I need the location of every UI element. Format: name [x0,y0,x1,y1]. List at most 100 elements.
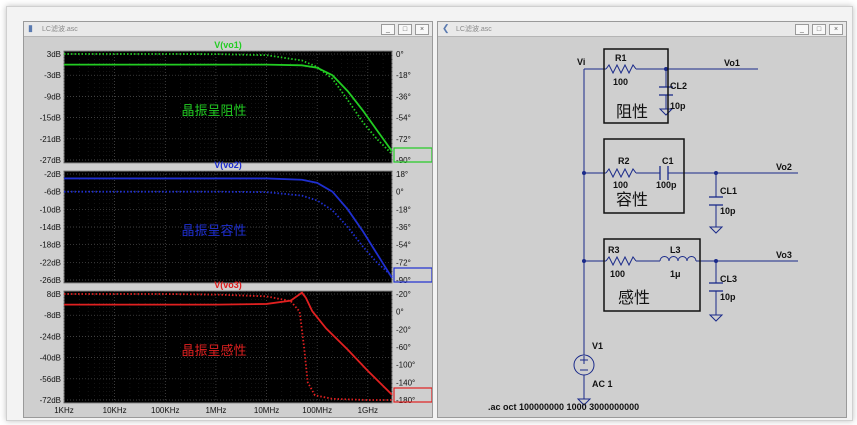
inductor-l3-symbol[interactable] [659,256,697,262]
y-right-tick-label: -60° [396,343,411,352]
x-tick-label: 1MHz [205,406,226,415]
schematic-close-button[interactable]: × [829,24,843,35]
y-left-tick-label: -14dB [40,223,61,232]
x-tick-label: 100KHz [151,406,179,415]
resistor-r2-symbol[interactable] [605,167,637,179]
waveform-window: ▮ LC滤波.asc _ □ × 3dB -3dB -9dB -15dB -21dB -2… [23,21,433,418]
window-app-icon: ▮ [28,23,33,33]
r1-value: 100 [613,77,628,87]
plot-annotation: 晶振呈感性 [181,343,246,358]
y-right-tick-label: -18° [396,205,411,214]
y-left-tick-label: 8dB [47,290,61,299]
trace-title[interactable]: V(vo1) [214,40,242,50]
bode-plots-svg[interactable]: 3dB -3dB -9dB -15dB -21dB -27dB 0° -18° -36° -54°… [24,37,433,417]
schematic-window: ❮ LC滤波.asc _ □ × Vi R1 100 CL2 10p Vo1 R… [437,21,847,418]
ground-icon [708,226,724,234]
y-left-tick-label: -2dB [44,170,61,179]
screenshot-frame: ▮ LC滤波.asc _ □ × 3dB -3dB -9dB -15dB -21dB -2… [6,6,853,421]
maximize-button[interactable]: □ [398,24,412,35]
y-left-tick-label: -24dB [40,332,61,341]
c1-value: 100p [656,180,677,190]
schematic-minimize-button[interactable]: _ [795,24,809,35]
y-right-tick-label: -36° [396,223,411,232]
schematic-titlebar: ❮ LC滤波.asc _ □ × [438,22,846,37]
y-left-tick-label: 3dB [47,50,61,59]
resistive-box-label: 阻性 [616,103,648,121]
y-right-tick-label: 0° [396,188,404,197]
y-left-tick-label: -72dB [40,396,61,405]
resistor-r3-symbol[interactable] [605,255,637,267]
cl3-label: CL3 [720,274,737,284]
vi-net-label: Vi [577,57,585,67]
schematic-window-controls: _ □ × [795,24,843,35]
cl2-label: CL2 [670,81,687,91]
y-right-tick-label: 18° [396,170,408,179]
plot-annotation: 晶振呈容性 [181,223,246,238]
schematic-app-icon: ❮ [442,23,450,33]
inductive-box-label: 感性 [618,289,650,307]
trace-title[interactable]: V(vo2) [214,160,242,170]
vo2-net-label: Vo2 [776,162,792,172]
window-controls: _ □ × [381,24,429,35]
junction-dot [714,259,718,263]
x-tick-label: 100MHz [302,406,332,415]
y-right-tick-label: -180° [396,396,415,405]
capacitive-box-label: 容性 [616,191,648,209]
y-left-tick-label: -27dB [40,156,61,165]
resistor-r1-symbol[interactable] [605,63,637,75]
junction-dot [582,259,586,263]
y-right-tick-label: -90° [396,276,411,285]
spice-directive[interactable]: .ac oct 100000000 1000 3000000000 [488,402,639,412]
junction-dot [714,171,718,175]
plot-annotation: 晶振呈阻性 [181,103,246,118]
y-right-tick-label: -100° [396,361,415,370]
y-right-tick-label: -72° [396,135,411,144]
y-right-tick-label: -90° [396,156,411,165]
y-left-tick-label: -9dB [44,92,61,101]
waveform-titlebar: ▮ LC滤波.asc _ □ × [24,22,432,37]
ground-icon [708,314,724,322]
r3-value: 100 [610,269,625,279]
trace-title[interactable]: V(vo3) [214,280,242,290]
cl2-value: 10p [670,101,686,111]
x-tick-label: 10KHz [103,406,127,415]
x-tick-label: 1GHz [358,406,378,415]
y-right-tick-label: -54° [396,114,411,123]
cl1-label: CL1 [720,186,737,196]
l3-label: L3 [670,245,681,255]
y-right-tick-label: 0° [396,50,404,59]
y-left-tick-label: -10dB [40,205,61,214]
junction-dot [582,171,586,175]
ac-value: AC 1 [592,379,613,389]
y-left-tick-label: -21dB [40,135,61,144]
minimize-button[interactable]: _ [381,24,395,35]
y-right-tick-label: 0° [396,308,404,317]
x-tick-label: 10MHz [254,406,279,415]
schematic-maximize-button[interactable]: □ [812,24,826,35]
schematic-svg[interactable]: Vi R1 100 CL2 10p Vo1 R2 100 C1 100p CL1… [438,37,846,417]
y-left-tick-label: -40dB [40,354,61,363]
cl3-value: 10p [720,292,736,302]
plot-area[interactable]: 3dB -3dB -9dB -15dB -21dB -27dB 0° -18° -36° -54°… [24,37,433,417]
schematic-window-title: LC滤波.asc [456,26,492,33]
y-right-tick-label: -72° [396,258,411,267]
r1-label: R1 [615,53,627,63]
y-left-tick-label: -8dB [44,311,61,320]
v1-label: V1 [592,341,603,351]
waveform-window-title: LC滤波.asc [42,26,78,33]
schematic-canvas[interactable]: Vi R1 100 CL2 10p Vo1 R2 100 C1 100p CL1… [438,37,846,417]
cl1-value: 10p [720,206,736,216]
l3-value: 1μ [670,269,681,279]
y-right-tick-label: -20° [396,325,411,334]
y-right-tick-label: -20° [396,290,411,299]
c1-label: C1 [662,156,674,166]
close-button[interactable]: × [415,24,429,35]
y-left-tick-label: -6dB [44,188,61,197]
y-left-tick-label: -22dB [40,258,61,267]
r3-label: R3 [608,245,620,255]
y-right-tick-label: -18° [396,71,411,80]
y-left-tick-label: -15dB [40,114,61,123]
vo3-net-label: Vo3 [776,250,792,260]
y-left-tick-label: -56dB [40,375,61,384]
y-left-tick-label: -26dB [40,276,61,285]
